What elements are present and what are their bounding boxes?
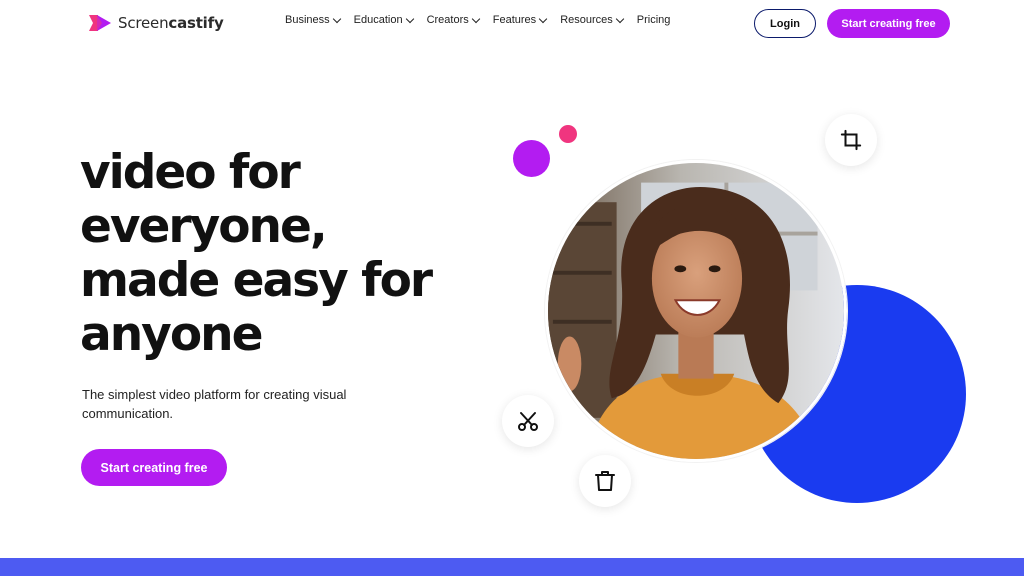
purple-dot-decoration: [513, 140, 550, 177]
nav-label: Business: [285, 14, 330, 26]
nav-item-creators[interactable]: Creators: [426, 14, 481, 26]
site-header: Screencastify Business Education Creator…: [0, 0, 1024, 46]
trash-button[interactable]: [579, 455, 631, 507]
login-button[interactable]: Login: [754, 9, 816, 38]
screencastify-logo[interactable]: Screencastify: [88, 12, 224, 34]
nav-label: Pricing: [636, 14, 671, 26]
nav-item-pricing[interactable]: Pricing: [637, 14, 671, 26]
pink-dot-decoration: [559, 125, 577, 143]
nav-item-business[interactable]: Business: [285, 14, 341, 26]
nav-label: Education: [353, 14, 403, 26]
start-creating-free-header-button[interactable]: Start creating free: [827, 9, 950, 38]
trash-icon: [595, 471, 615, 491]
hero-title: video for everyone, made easy for anyone: [80, 146, 500, 362]
nav-item-education[interactable]: Education: [353, 14, 414, 26]
scissors-button[interactable]: [502, 395, 554, 447]
hero-title-line: anyone: [80, 307, 263, 362]
scissors-icon: [518, 412, 538, 431]
play-arrow-logo-icon: [89, 15, 111, 31]
nav-label: Resources: [560, 14, 613, 26]
hero-title-line: everyone,: [80, 199, 328, 254]
crop-button[interactable]: [825, 114, 877, 166]
nav-label: Features: [492, 14, 537, 26]
logo-text: Screencastify: [118, 14, 224, 32]
chevron-down-icon: [615, 14, 625, 23]
chevron-down-icon: [538, 14, 548, 23]
bottom-section-band: [0, 558, 1024, 576]
logo-text-light: Screen: [118, 14, 169, 32]
nav-label: Creators: [426, 14, 469, 26]
main-nav: Business Education Creators Features Res…: [285, 14, 684, 26]
hero-subtitle: The simplest video platform for creating…: [82, 387, 347, 421]
logo-text-bold: castify: [168, 14, 224, 32]
chevron-down-icon: [332, 14, 341, 23]
nav-item-features[interactable]: Features: [492, 14, 548, 26]
crop-icon: [840, 129, 862, 151]
hero-photo: [545, 160, 847, 462]
hero-title-line: video for: [80, 145, 301, 200]
start-creating-free-hero-button[interactable]: Start creating free: [81, 449, 227, 486]
smiling-woman-image: [548, 163, 844, 459]
chevron-down-icon: [471, 14, 481, 23]
nav-item-resources[interactable]: Resources: [560, 14, 625, 26]
hero-title-line: made easy for: [80, 253, 433, 308]
chevron-down-icon: [405, 14, 414, 23]
